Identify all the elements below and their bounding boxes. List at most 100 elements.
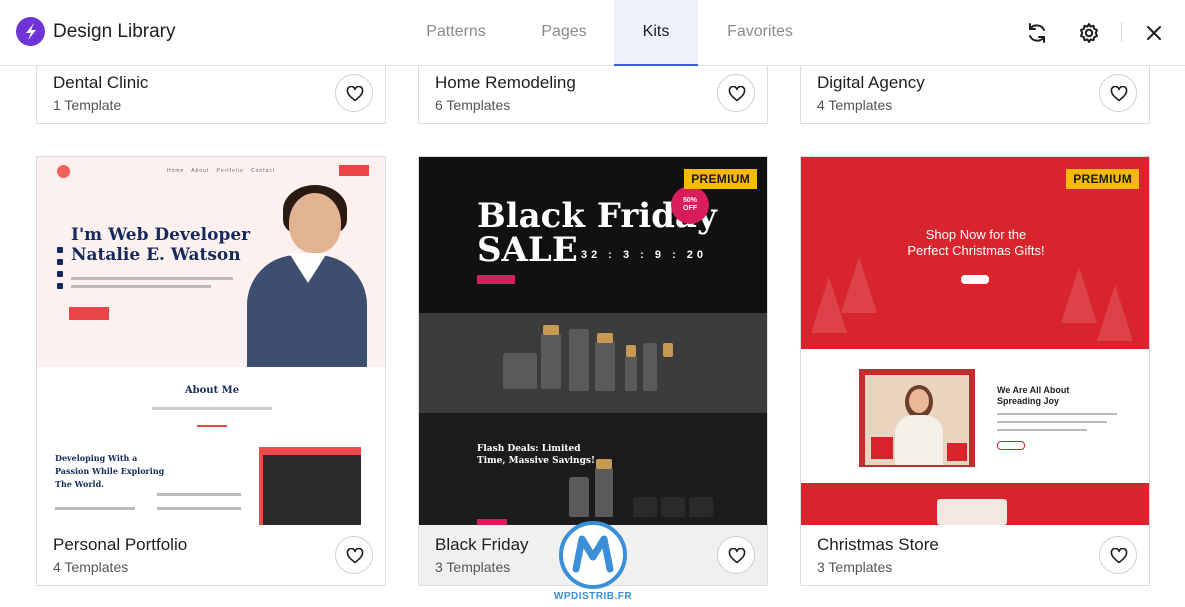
kit-template-count: 3 Templates xyxy=(435,559,511,575)
heart-icon xyxy=(346,548,364,564)
preview-product xyxy=(643,343,657,391)
preview-product xyxy=(503,353,537,389)
preview-product-cap xyxy=(626,345,636,357)
kit-card-home-remodeling[interactable]: Home Remodeling 6 Templates xyxy=(418,56,768,124)
preview-subheading: We Are All About Spreading Joy xyxy=(997,385,1070,406)
kit-template-count: 3 Templates xyxy=(817,559,893,575)
preview-cta xyxy=(961,275,989,284)
preview-cta xyxy=(69,307,109,320)
favorite-button[interactable] xyxy=(1099,74,1137,112)
preview-subheading: Flash Deals: Limited Time, Massive Savin… xyxy=(477,444,595,466)
preview-text-line xyxy=(157,507,241,510)
preview-heading: Shop Now for the Perfect Christmas Gifts… xyxy=(907,227,1045,258)
preview-products-band xyxy=(419,313,767,413)
card-footer: Digital Agency 4 Templates xyxy=(801,63,1149,123)
kit-name: Digital Agency xyxy=(817,73,925,92)
tab-patterns[interactable]: Patterns xyxy=(410,0,502,66)
preview-text-line xyxy=(152,407,272,410)
card-footer: Dental Clinic 1 Template xyxy=(37,63,385,123)
logo-icon xyxy=(16,17,45,46)
preview-text-line xyxy=(71,277,233,280)
card-footer: Personal Portfolio 4 Templates xyxy=(37,525,385,585)
kit-template-count: 4 Templates xyxy=(53,559,129,575)
gear-icon[interactable] xyxy=(1076,20,1102,46)
card-footer: Christmas Store 3 Templates xyxy=(801,525,1149,585)
preview-product-cap xyxy=(597,333,613,343)
premium-badge: PREMIUM xyxy=(1066,169,1139,189)
preview-discount-badge: 50% OFF xyxy=(671,186,709,224)
preview-product xyxy=(595,341,615,391)
preview-product xyxy=(633,497,657,517)
preview-person-body xyxy=(895,415,943,465)
preview-cta xyxy=(477,275,515,284)
favorite-button[interactable] xyxy=(717,74,755,112)
kit-name: Christmas Store xyxy=(817,535,939,554)
heart-icon xyxy=(1110,86,1128,102)
kit-template-count: 6 Templates xyxy=(435,97,511,113)
kit-card-christmas-store[interactable]: Shop Now for the Perfect Christmas Gifts… xyxy=(800,156,1150,586)
preview-tree xyxy=(841,257,877,313)
kit-name: Dental Clinic xyxy=(53,73,149,92)
preview-heading: I'm Web Developer Natalie E. Watson xyxy=(71,225,251,265)
preview-gift xyxy=(947,443,967,461)
preview-gift-card xyxy=(937,499,1007,525)
kit-name: Home Remodeling xyxy=(435,73,576,92)
preview-product xyxy=(689,497,713,517)
preview-text-line xyxy=(55,507,135,510)
preview-social-icon xyxy=(57,271,63,277)
preview-text-line xyxy=(71,285,211,288)
preview-product xyxy=(625,355,637,391)
preview-gift xyxy=(871,437,893,459)
preview-about-band xyxy=(801,349,1149,483)
preview-text-line xyxy=(997,429,1087,431)
heart-icon xyxy=(1110,548,1128,564)
preview-product xyxy=(661,497,685,517)
preview-tree xyxy=(1061,267,1097,323)
preview-subheading: Developing With a Passion While Explorin… xyxy=(55,453,165,489)
favorite-button[interactable] xyxy=(335,74,373,112)
favorite-button[interactable] xyxy=(335,536,373,574)
preview-product xyxy=(569,329,589,391)
heart-icon xyxy=(728,548,746,564)
preview-product xyxy=(595,467,613,517)
kit-name: Black Friday xyxy=(435,535,529,554)
kit-card-dental-clinic[interactable]: Dental Clinic 1 Template xyxy=(36,56,386,124)
preview-text-line xyxy=(157,493,241,496)
preview-countdown: 32 : 3 : 9 : 20 xyxy=(581,249,708,261)
preview-person-face xyxy=(289,193,341,253)
heart-icon xyxy=(346,86,364,102)
preview-social-icon xyxy=(57,283,63,289)
header: Design Library Patterns Pages Kits Favor… xyxy=(0,0,1185,66)
tab-favorites[interactable]: Favorites xyxy=(712,0,808,66)
preview-product-cap xyxy=(543,325,559,335)
preview-person-face xyxy=(909,389,929,413)
preview-logo xyxy=(57,165,70,178)
preview-social-icon xyxy=(57,247,63,253)
kit-name: Personal Portfolio xyxy=(53,535,188,554)
kit-card-digital-agency[interactable]: Digital Agency 4 Templates xyxy=(800,56,1150,124)
favorite-button[interactable] xyxy=(717,536,755,574)
kit-preview-image[interactable]: Home About Portfolio Contact I'm Web Dev… xyxy=(37,157,385,525)
preview-nav: Home About Portfolio Contact xyxy=(167,168,276,174)
app-title: Design Library xyxy=(53,21,176,42)
preview-social-icon xyxy=(57,259,63,265)
close-icon[interactable] xyxy=(1141,20,1167,46)
preview-product xyxy=(541,333,561,389)
header-divider xyxy=(1121,22,1122,42)
tab-kits[interactable]: Kits xyxy=(614,0,698,66)
refresh-icon[interactable] xyxy=(1024,20,1050,46)
kit-template-count: 4 Templates xyxy=(817,97,893,113)
preview-text-line xyxy=(997,413,1117,415)
favorite-button[interactable] xyxy=(1099,536,1137,574)
preview-laptop xyxy=(263,455,361,525)
kit-card-personal-portfolio[interactable]: Home About Portfolio Contact I'm Web Dev… xyxy=(36,156,386,586)
tab-pages[interactable]: Pages xyxy=(522,0,606,66)
preview-tree xyxy=(1097,285,1133,341)
preview-deals-band xyxy=(419,413,767,525)
kit-template-count: 1 Template xyxy=(53,97,122,113)
preview-section-title: About Me xyxy=(184,385,240,396)
preview-cta xyxy=(997,441,1025,450)
kit-preview-image[interactable]: Shop Now for the Perfect Christmas Gifts… xyxy=(801,157,1149,525)
preview-text-line xyxy=(997,421,1107,423)
kit-preview-image[interactable]: Black Friday SALE 50% OFF 32 : 3 : 9 : 2… xyxy=(419,157,767,525)
